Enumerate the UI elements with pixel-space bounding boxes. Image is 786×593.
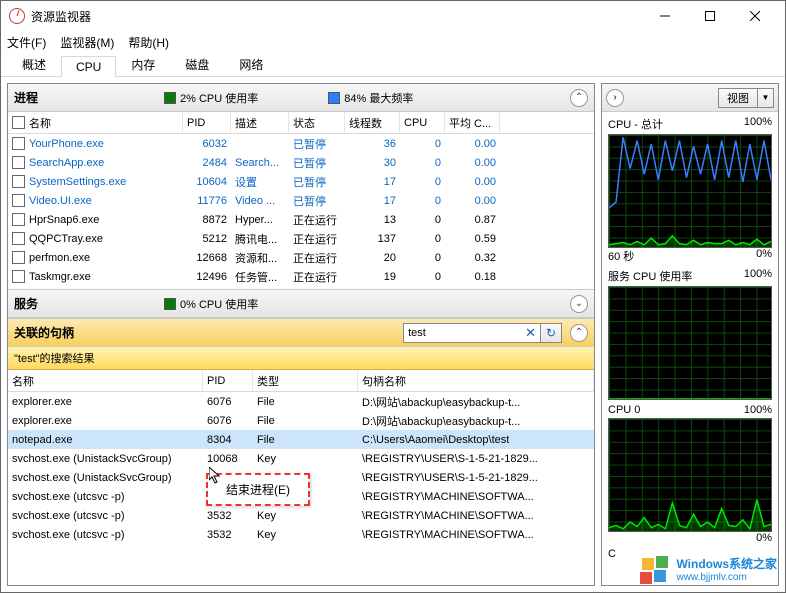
cpu0-chart bbox=[608, 418, 772, 532]
row-checkbox[interactable] bbox=[12, 213, 25, 226]
collapse-charts-icon[interactable]: › bbox=[606, 89, 624, 107]
app-icon bbox=[9, 8, 25, 24]
table-row[interactable]: notepad.exe8304FileC:\Users\Aaomei\Deskt… bbox=[8, 430, 594, 449]
table-row[interactable]: SystemSettings.exe10604设置已暂停1700.00 bbox=[8, 172, 594, 191]
row-checkbox[interactable] bbox=[12, 175, 25, 188]
processes-title: 进程 bbox=[14, 89, 164, 106]
chart-cpu0: CPU 0100% 0% bbox=[602, 400, 778, 544]
row-checkbox[interactable] bbox=[12, 156, 25, 169]
row-checkbox[interactable] bbox=[12, 270, 25, 283]
checkbox-all[interactable] bbox=[12, 116, 25, 129]
chart-svc-cpu: 服务 CPU 使用率100% bbox=[602, 264, 778, 400]
table-row[interactable]: YourPhone.exe6032已暂停3600.00 bbox=[8, 134, 594, 153]
tab-cpu[interactable]: CPU bbox=[61, 56, 116, 77]
minimize-button[interactable] bbox=[642, 2, 687, 30]
collapse-icon[interactable]: ⌃ bbox=[570, 89, 588, 107]
cursor-icon bbox=[209, 467, 223, 485]
row-checkbox[interactable] bbox=[12, 194, 25, 207]
handles-grid-header: 名称 PID 类型 句柄名称 bbox=[8, 370, 594, 392]
search-input[interactable] bbox=[403, 323, 543, 343]
table-row[interactable]: QQPCTray.exe5212腾讯电...正在运行13700.59 bbox=[8, 229, 594, 248]
chart-cpu-total: CPU - 总计100% 60 秒0% bbox=[602, 112, 778, 264]
svc-cpu-meter: 0% CPU 使用率 bbox=[164, 296, 258, 312]
row-checkbox[interactable] bbox=[12, 251, 25, 264]
collapse-icon[interactable]: ⌃ bbox=[570, 324, 588, 342]
processes-panel: 进程 2% CPU 使用率 84% 最大频率 ⌃ 名称 PID 描述 状态 线程… bbox=[8, 84, 594, 290]
menu-file[interactable]: 文件(F) bbox=[7, 34, 46, 51]
processes-grid-header: 名称 PID 描述 状态 线程数 CPU 平均 C... bbox=[8, 112, 594, 134]
left-pane: 进程 2% CPU 使用率 84% 最大频率 ⌃ 名称 PID 描述 状态 线程… bbox=[7, 83, 595, 586]
search-button[interactable]: ↻ bbox=[540, 323, 562, 343]
menu-monitor[interactable]: 监视器(M) bbox=[60, 34, 114, 51]
titlebar: 资源监视器 bbox=[1, 1, 785, 31]
chevron-down-icon[interactable]: ▼ bbox=[758, 88, 774, 108]
window-title: 资源监视器 bbox=[31, 8, 91, 25]
handles-title: 关联的句柄 bbox=[14, 324, 164, 341]
view-label[interactable]: 视图 bbox=[718, 88, 758, 108]
handles-panel: 关联的句柄 ✕ ↻ ⌃ "test"的搜索结果 名称 PID 类型 句柄名称 e… bbox=[8, 319, 594, 585]
tabstrip: 概述 CPU 内存 磁盘 网络 bbox=[1, 53, 785, 77]
table-row[interactable]: explorer.exe6076FileD:\网站\abackup\easyba… bbox=[8, 392, 594, 411]
clear-search-icon[interactable]: ✕ bbox=[525, 325, 536, 341]
max-freq-meter: 84% 最大频率 bbox=[328, 90, 413, 106]
table-row[interactable]: svchost.exe (UnistackSvcGroup)10068Key\R… bbox=[8, 449, 594, 468]
tab-disk[interactable]: 磁盘 bbox=[170, 52, 224, 76]
tab-network[interactable]: 网络 bbox=[224, 52, 278, 76]
menu-end-process[interactable]: 结束进程(E) bbox=[226, 483, 290, 497]
cpu-usage-meter: 2% CPU 使用率 bbox=[164, 90, 258, 106]
view-dropdown[interactable]: 视图 ▼ bbox=[718, 88, 774, 108]
services-header[interactable]: 服务 0% CPU 使用率 ⌄ bbox=[8, 290, 594, 318]
processes-grid-body[interactable]: YourPhone.exe6032已暂停3600.00SearchApp.exe… bbox=[8, 134, 594, 289]
row-checkbox[interactable] bbox=[12, 137, 25, 150]
watermark: Windows系统之家 www.bjjmlv.com bbox=[640, 554, 777, 584]
handle-search: ✕ ↻ bbox=[403, 323, 562, 343]
tab-overview[interactable]: 概述 bbox=[7, 52, 61, 76]
menubar: 文件(F) 监视器(M) 帮助(H) bbox=[1, 31, 785, 53]
tab-memory[interactable]: 内存 bbox=[116, 52, 170, 76]
maximize-button[interactable] bbox=[687, 2, 732, 30]
table-row[interactable]: svchost.exe (utcsvc -p)3532Key\REGISTRY\… bbox=[8, 525, 594, 544]
search-results-banner: "test"的搜索结果 bbox=[8, 347, 594, 370]
table-row[interactable]: Taskmgr.exe12496任务管...正在运行1900.18 bbox=[8, 267, 594, 286]
watermark-logo-icon bbox=[640, 554, 670, 584]
table-row[interactable]: Video.UI.exe11776Video ...已暂停1700.00 bbox=[8, 191, 594, 210]
table-row[interactable]: SearchApp.exe2484Search...已暂停3000.00 bbox=[8, 153, 594, 172]
svc-cpu-chart bbox=[608, 286, 772, 400]
processes-header[interactable]: 进程 2% CPU 使用率 84% 最大频率 ⌃ bbox=[8, 84, 594, 112]
services-title: 服务 bbox=[14, 295, 164, 312]
menu-help[interactable]: 帮助(H) bbox=[128, 34, 169, 51]
table-row[interactable]: explorer.exe6076FileD:\网站\abackup\easyba… bbox=[8, 411, 594, 430]
minimize-icon bbox=[660, 11, 670, 21]
close-button[interactable] bbox=[732, 2, 777, 30]
table-row[interactable]: svchost.exe (utcsvc -p)3532Key\REGISTRY\… bbox=[8, 506, 594, 525]
close-icon bbox=[750, 11, 760, 21]
row-checkbox[interactable] bbox=[12, 232, 25, 245]
right-pane: › 视图 ▼ CPU - 总计100% 60 秒0% 服务 CPU 使用率100… bbox=[601, 83, 779, 586]
services-panel: 服务 0% CPU 使用率 ⌄ bbox=[8, 290, 594, 319]
expand-icon[interactable]: ⌄ bbox=[570, 295, 588, 313]
table-row[interactable]: perfmon.exe12668资源和...正在运行2000.32 bbox=[8, 248, 594, 267]
table-row[interactable]: HprSnap6.exe8872Hyper...正在运行1300.87 bbox=[8, 210, 594, 229]
cpu-total-chart bbox=[608, 134, 772, 248]
right-header: › 视图 ▼ bbox=[602, 84, 778, 112]
maximize-icon bbox=[705, 11, 715, 21]
handles-header[interactable]: 关联的句柄 ✕ ↻ ⌃ bbox=[8, 319, 594, 347]
